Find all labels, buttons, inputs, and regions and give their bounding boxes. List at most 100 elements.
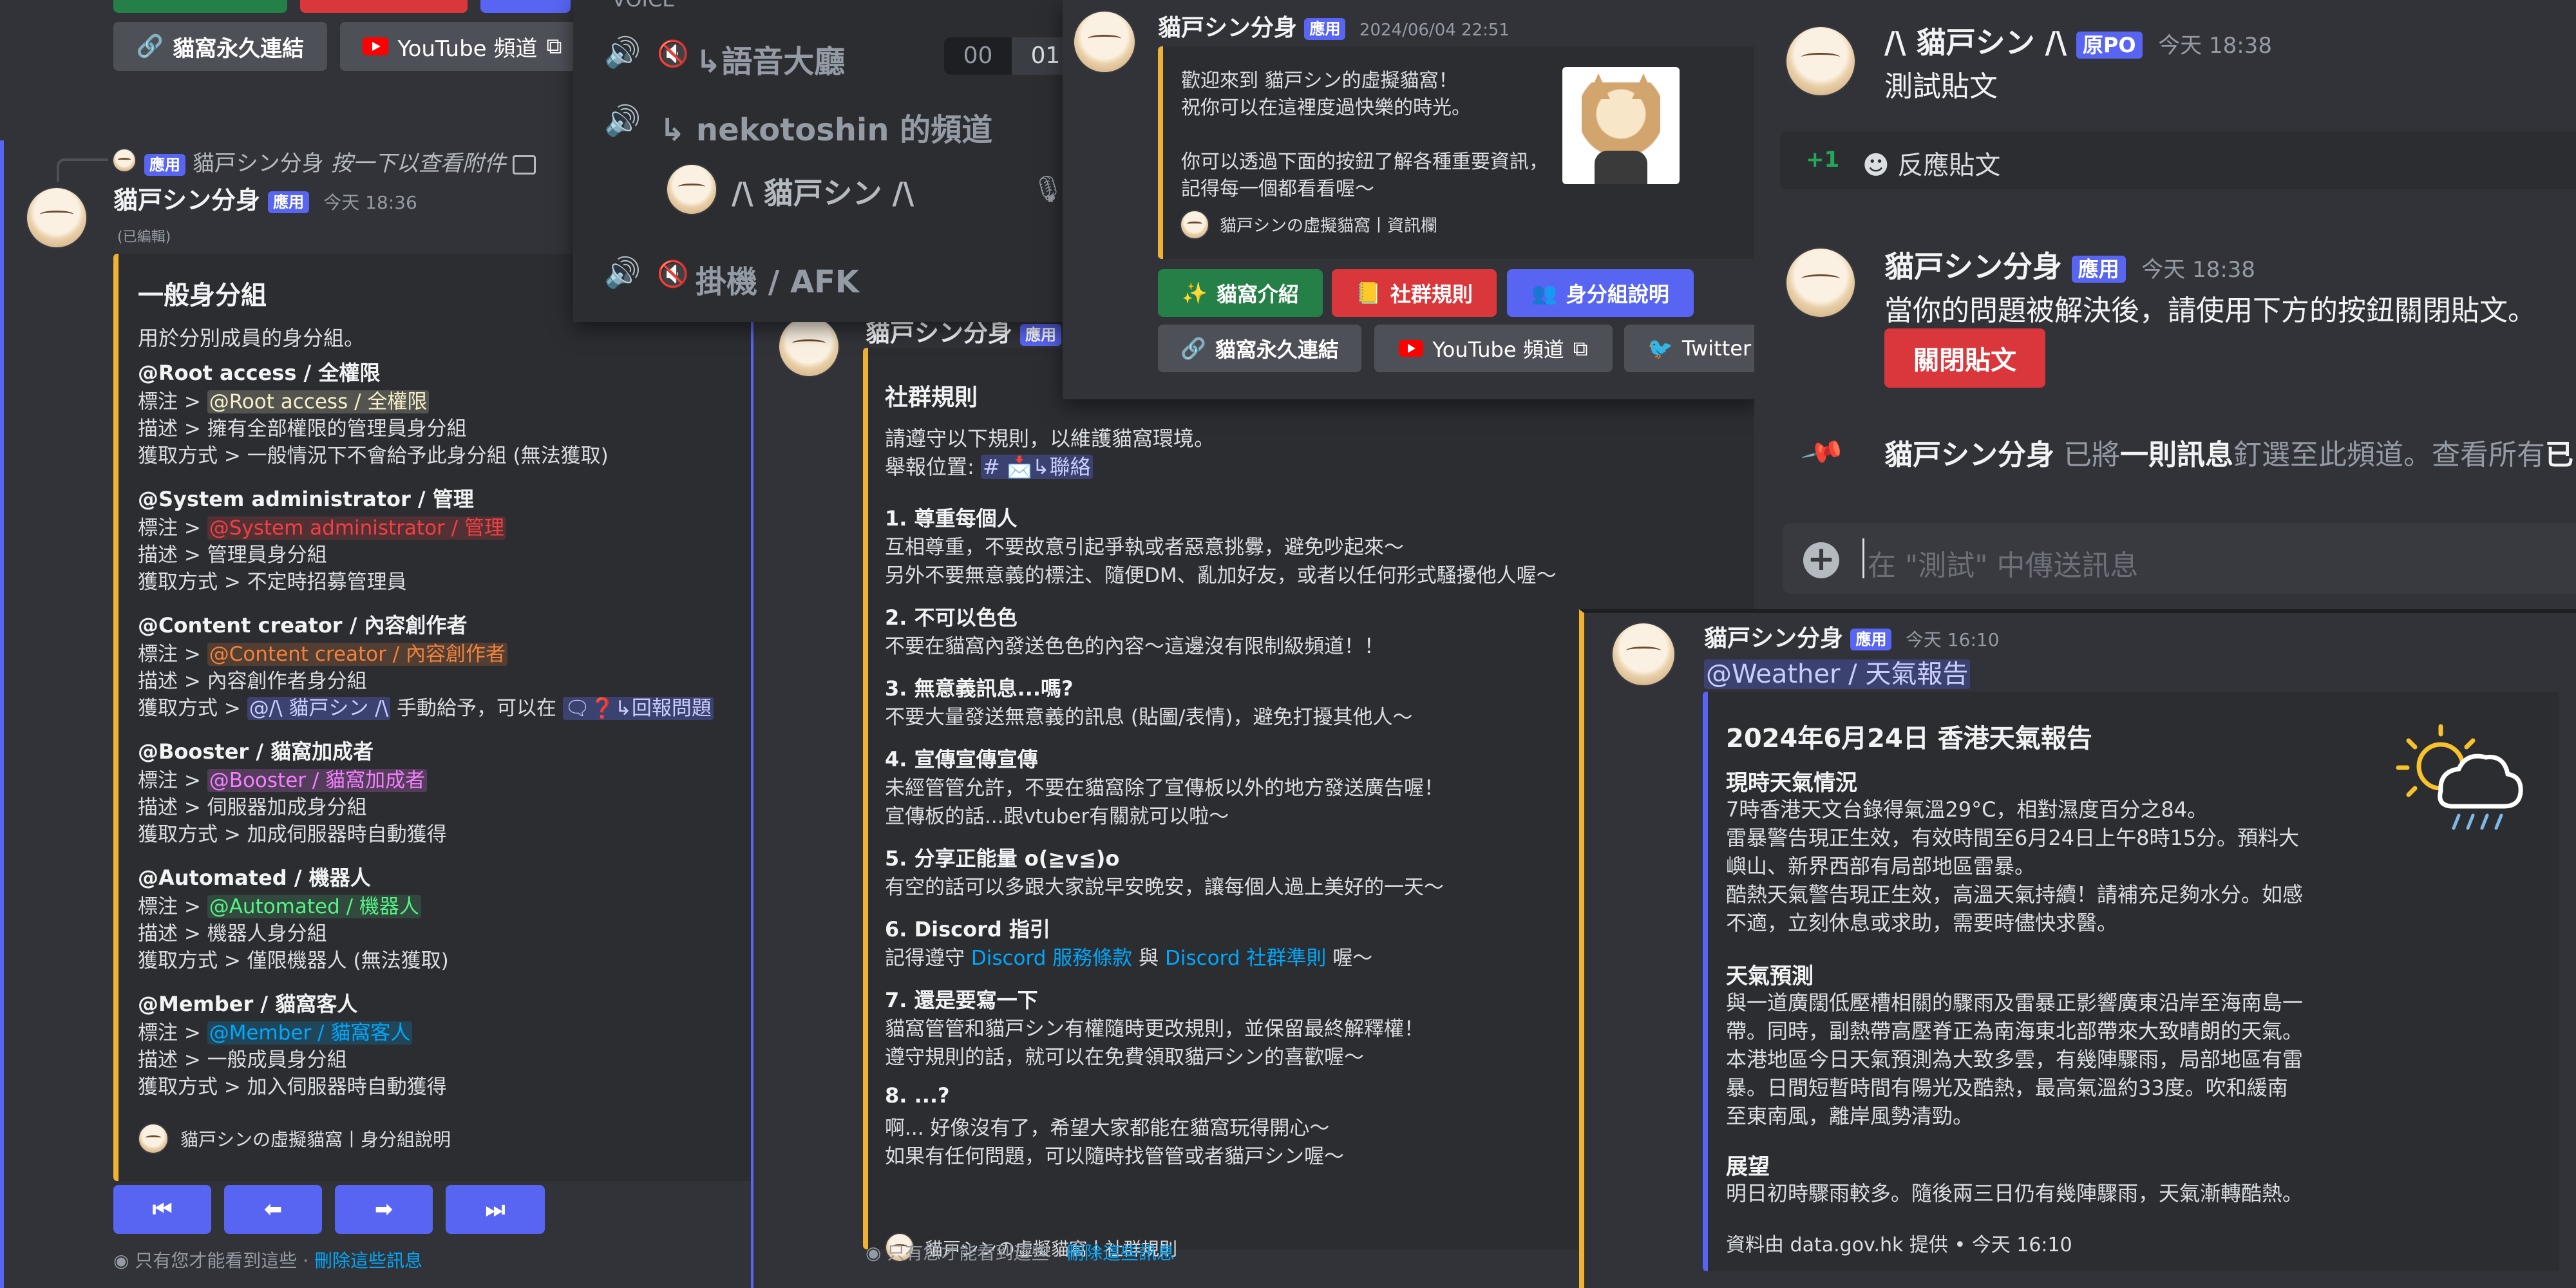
perma-link-button[interactable]: 🔗 貓窩永久連結 [1158,325,1361,372]
user-mention[interactable]: @/\ 貓戸シン /\ [247,697,391,720]
add-attachment-icon[interactable]: + [1803,542,1839,578]
role-description: 描述 > 一般成員身分組 [138,1048,347,1072]
channel-mention[interactable]: 🗨❓↳回報問題 [562,697,714,720]
dismiss-link[interactable]: 刪除這些訊息 [1066,1242,1175,1264]
welcome-avatar[interactable] [1073,10,1136,73]
prev-page-button[interactable]: ⬅ [224,1185,322,1234]
youtube-button[interactable]: YouTube 頻道 ⧉ [340,22,585,71]
weather-line: 酷熱天氣警告現正生效，高溫天氣持續！請補充足夠水分。如感 [1726,882,2304,907]
rules-button[interactable]: 📒 社群規則 [1332,269,1497,317]
role-obtain: 獲取方式 > 不定時招募管理員 [138,571,407,594]
role-mention[interactable]: @Root access / 全權限 [207,390,430,413]
speaker-icon: 🔊 [604,103,641,138]
embed-accent [863,348,868,1249]
green-button-partial[interactable] [113,0,287,13]
bot-header: 貓戸シン分身 應用 今天 18:38 [1884,249,2256,284]
welcome-line: 你可以透過下面的按鈕了解各種重要資訊， [1181,151,1548,173]
voice-channel-afk[interactable]: 🔊 🔇 掛機 / AFK [573,249,1127,300]
weather-embed: 2024年6月24日 香港天氣報告 現時天氣情況 7時香港天文台錄得氣溫29°C… [1703,692,2559,1271]
voice-channel-neko[interactable]: 🔊 ↳ nekotoshin 的頻道 [573,97,1127,148]
rule-line: 未經管管允許，不要在貓窩除了宣傳板以外的地方發送廣告喔！ [885,777,1444,800]
role-mention[interactable]: @System administrator / 管理 [207,516,506,540]
close-post-button[interactable]: 關閉貼文 [1884,328,2045,388]
roles-button[interactable]: 👥 身分組說明 [1507,269,1694,317]
weather-line: 暴。日間短暫時間有陽光及酷熱，最高氣溫約33度。吹和緩南 [1726,1075,2288,1100]
panel-forum-post: /\ 貓戸シン /\ 原PO 今天 18:38 測試貼文 +1 ☻ 反應貼文 貓… [1754,0,2576,618]
dismiss-link[interactable]: 刪除這些訊息 [314,1250,422,1271]
rule-line: 互相尊重，不要故意引起爭執或者惡意挑釁，避免吵起來～ [885,536,1404,559]
role-embed: 一般身分組 用於分別成員的身分組。 @Root access / 全權限 標注 >… [113,254,753,1181]
message-composer[interactable]: + 在 "測試" 中傳送訊息 [1783,523,2576,594]
role-description: 描述 > 擁有全部權限的管理員身分組 [138,417,467,440]
composer-placeholder: 在 "測試" 中傳送訊息 [1868,549,2139,582]
youtube-icon [363,37,389,55]
youtube-button[interactable]: YouTube 頻道 ⧉ [1374,325,1613,372]
weather-footer: 資料由 data.gov.hk 提供 • 今天 16:10 [1726,1234,2072,1256]
voice-channel-lobby[interactable]: 🔊 🔇 ↳語音大廳 00 01 [573,28,1127,80]
footer-avatar [138,1123,169,1154]
bot-avatar[interactable] [1785,247,1856,318]
voice-user-avatar[interactable] [666,164,717,215]
mute-emoji-icon: 🔇 [657,39,689,69]
rule-line: 有空的話可以多跟大家說早安晚安，讓每個人過上美好的一天～ [885,876,1444,899]
weather-role-mention[interactable]: @Weather / 天氣報告 [1704,653,1971,690]
role-obtain: 獲取方式 > 加入伺服器時自動獲得 [138,1075,447,1099]
rule-heading: 3. 無意義訊息...嗎? [885,676,1074,701]
weather-line: 至東南風，離岸風勢清勁。 [1726,1104,1974,1128]
role-mention[interactable]: @Automated / 機器人 [207,895,421,918]
embed-accent [113,254,118,1181]
ephemeral-note: ◉ 只有您才能看到這些 · 刪除這些訊息 [113,1250,423,1271]
voice-user-name[interactable]: /\ 貓戸シン /\ [732,170,914,213]
book-icon: 📒 [1356,281,1381,305]
embed-desc: 用於分別成員的身分組。 [138,326,365,350]
eye-icon: ◉ [866,1242,887,1264]
role-mention[interactable]: @Member / 貓窩客人 [207,1021,413,1045]
rule-heading: 8. ...? [885,1083,950,1108]
weather-section-current: 現時天氣情況 [1726,770,1857,796]
rule-heading: 1. 尊重每個人 [885,506,1018,531]
perma-link-button[interactable]: 🔗 貓窩永久連結 [113,22,327,71]
role-mention[interactable]: @Booster / 貓窩加成者 [207,769,428,792]
twitter-button[interactable]: 🐦 Twitter [1624,325,1758,372]
welcome-thumbnail[interactable] [1562,67,1680,184]
role-obtain: 獲取方式 > @/\ 貓戸シン /\ 手動給予，可以在 🗨❓↳回報問題 [138,692,714,721]
thunderstorm-weather-icon [2396,724,2523,830]
role-mention-line: 標注 > @Automated / 機器人 [138,890,421,919]
tos-link[interactable]: Discord 服務條款 [971,947,1132,970]
first-page-button[interactable]: ⏮ [113,1185,211,1234]
weather-line: 明日初時驟雨較多。隨後兩三日仍有幾陣驟雨，天氣漸轉酷熱。 [1726,1181,2304,1206]
external-link-icon: ⧉ [1573,336,1588,361]
guidelines-link[interactable]: Discord 社群準則 [1165,947,1326,970]
thread-line [0,140,4,1288]
weather-line: 本港地區今日天氣預測為大致多雲，有幾陣驟雨，局部地區有雷 [1726,1047,2304,1072]
rules-avatar[interactable] [778,316,840,377]
weather-avatar[interactable] [1611,622,1676,687]
reaction-count[interactable]: +1 [1806,147,1839,173]
afk-emoji-icon: 🔇 [657,260,689,289]
rule-heading: 6. Discord 指引 [885,917,1050,942]
embed-accent [1703,692,1708,1271]
reply-preview[interactable]: 應用 貓戸シン分身 按一下以查看附件 [144,146,536,177]
external-link-icon: ⧉ [546,33,562,59]
bot-text: 當你的問題被解決後，請使用下方的按鈕關閉貼文。 [1884,294,2536,327]
user-limit-badge: 00 01 [944,37,1079,75]
role-heading: @Automated / 機器人 [138,866,371,890]
pin-icon: 📌 [1799,429,1847,476]
add-reaction-button[interactable]: ☻ 反應貼文 [1862,144,2000,182]
role-mention-line: 標注 > @Booster / 貓窩加成者 [138,764,428,793]
rule-line: 另外不要無意義的標注、隨便DM、亂加好友，或者以任何形式騷擾他人喔～ [885,564,1557,587]
author-avatar[interactable] [26,187,88,249]
op-avatar[interactable] [1785,26,1856,97]
footer-avatar [1180,210,1209,240]
report-channel-link[interactable]: # 📩↳聯絡 [980,455,1093,479]
blurple-button-partial[interactable] [480,0,571,13]
intro-button[interactable]: ✨ 貓窩介紹 [1158,269,1323,317]
embed-footer: 貓戸シンの虛擬貓窩丨身分組說明 [180,1129,451,1150]
next-page-button[interactable]: ➡ [335,1185,433,1234]
last-page-button[interactable]: ⏭ [446,1185,545,1234]
role-mention[interactable]: @Content creator / 內容創作者 [207,643,508,666]
welcome-embed: 歡迎來到 貓戸シン的虛擬貓窩！ 祝你可以在這裡度過快樂的時光。 你可以透過下面的按鈕… [1158,46,1758,259]
people-icon: 👥 [1531,281,1557,305]
role-obtain: 獲取方式 > 加成伺服器時自動獲得 [138,823,447,846]
red-button-partial[interactable] [300,0,468,13]
